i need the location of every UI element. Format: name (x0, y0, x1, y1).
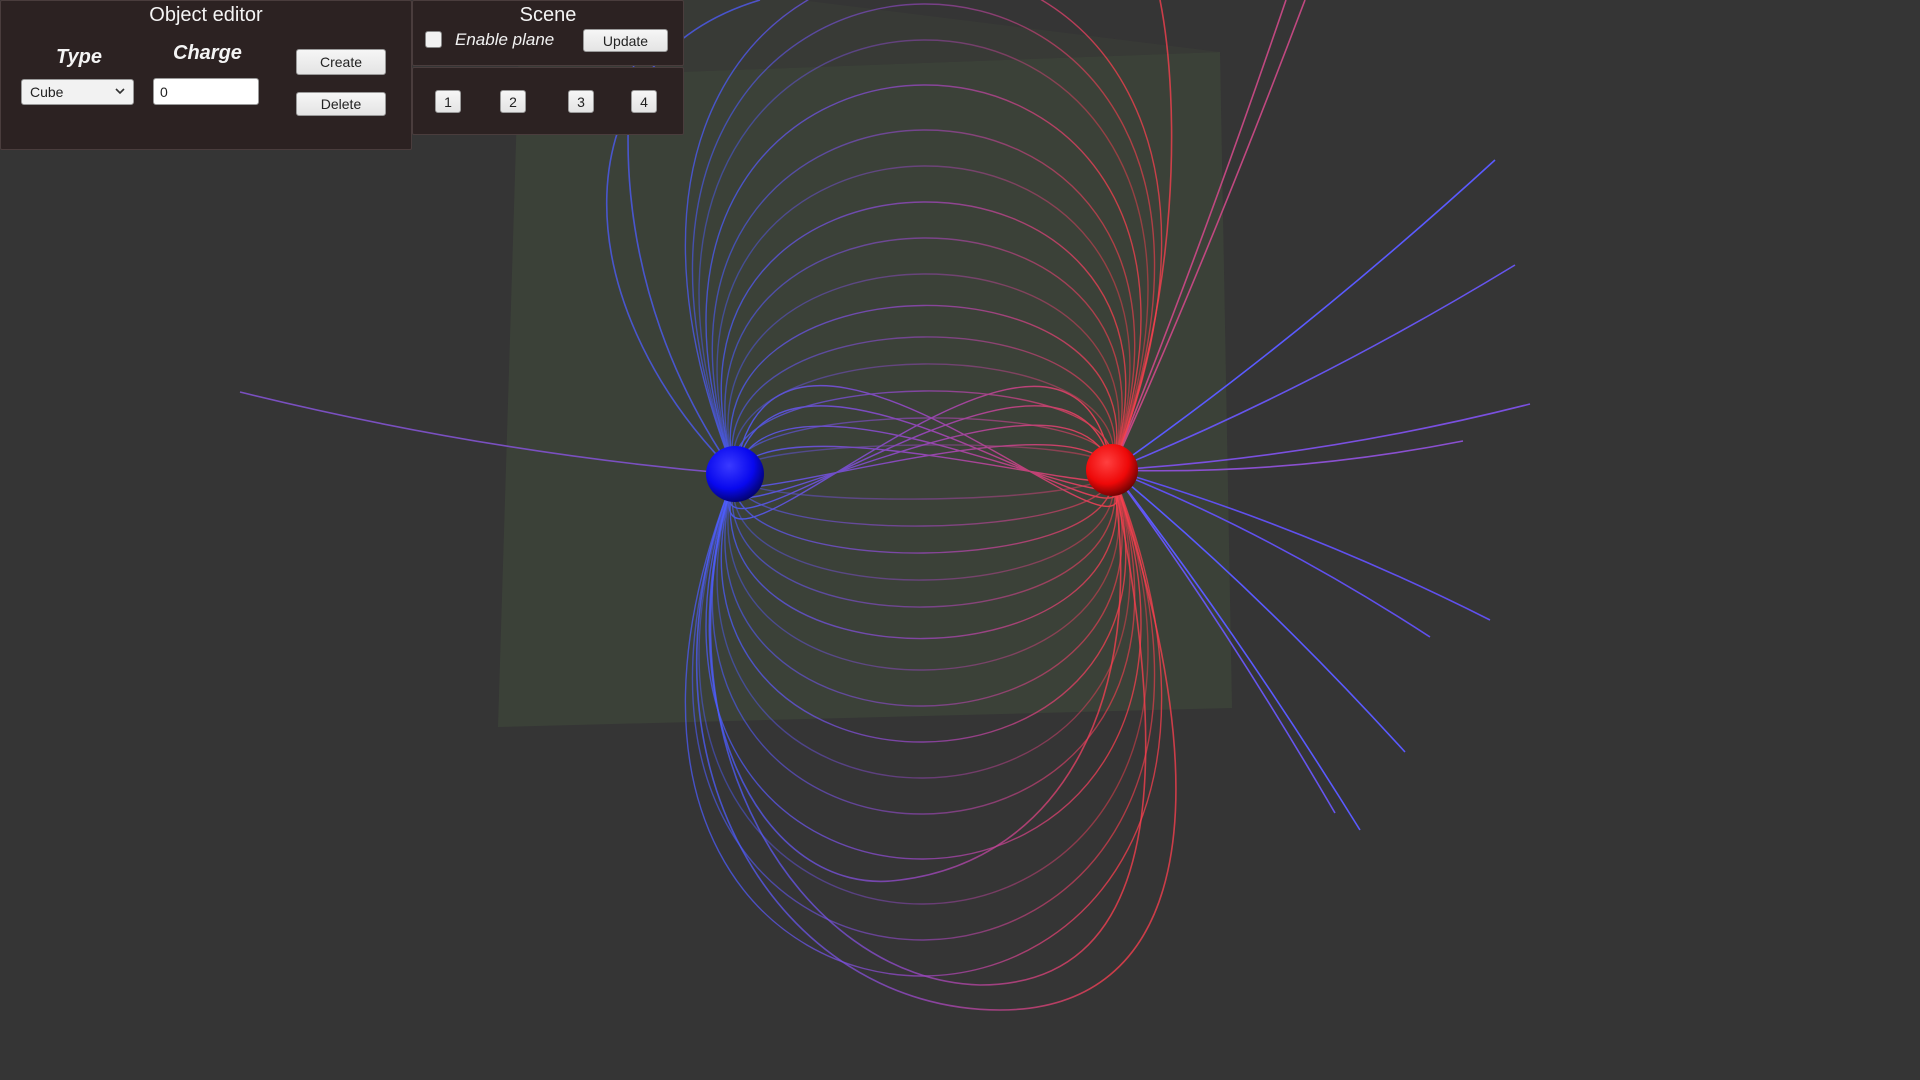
type-label: Type (56, 46, 102, 68)
preset-1-button[interactable]: 1 (435, 90, 461, 113)
object-editor-panel: Object editor Type Charge Cube 0 Create … (0, 0, 412, 150)
enable-plane-label: Enable plane (455, 30, 555, 49)
type-select[interactable]: Cube (21, 79, 134, 105)
delete-button[interactable]: Delete (296, 92, 386, 116)
update-button[interactable]: Update (583, 29, 668, 52)
scene-presets-panel: 1 2 3 4 (412, 67, 684, 135)
preset-4-button[interactable]: 4 (631, 90, 657, 113)
type-select-value: Cube (30, 84, 64, 100)
chevron-down-icon (115, 88, 125, 95)
preset-3-button[interactable]: 3 (568, 90, 594, 113)
object-editor-title: Object editor (149, 4, 263, 26)
3d-viewport[interactable] (0, 0, 1920, 1080)
charge-input-value: 0 (160, 83, 168, 100)
create-button[interactable]: Create (296, 49, 386, 75)
negative-charge[interactable] (706, 446, 764, 502)
scene-panel: Scene Enable plane Update (412, 0, 684, 66)
preset-2-button[interactable]: 2 (500, 90, 526, 113)
scene-title: Scene (519, 4, 577, 26)
charge-input[interactable]: 0 (153, 78, 259, 105)
positive-charge[interactable] (1086, 444, 1138, 496)
enable-plane-checkbox[interactable] (425, 31, 442, 48)
charge-label: Charge (173, 42, 242, 64)
